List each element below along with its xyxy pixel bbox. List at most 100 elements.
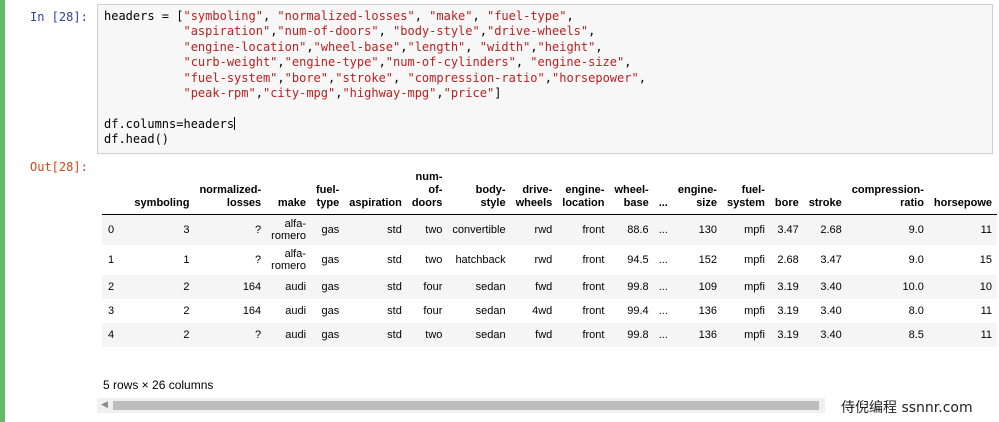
- code-line: "aspiration","num-of-doors", "body-style…: [183, 24, 596, 39]
- table-cell: ...: [653, 214, 673, 245]
- table-cell: ...: [653, 322, 673, 347]
- table-cell: std: [344, 274, 407, 299]
- column-header: normalized-losses: [194, 171, 267, 215]
- code-string: "price": [443, 86, 495, 101]
- table-cell: mpfi: [721, 274, 770, 299]
- table-cell: 11: [980, 304, 992, 317]
- code-string: "aspiration": [183, 24, 271, 39]
- table-cell: 2.68: [803, 214, 847, 245]
- table-row: 0 3? alfa-romero gas std two convertible rwd fro…: [102, 214, 997, 245]
- code-string: "body-style": [393, 24, 480, 39]
- table-cell: two: [425, 253, 443, 266]
- code-string: "wheel-base": [313, 39, 401, 54]
- table-cell: 3.19: [769, 322, 804, 347]
- table-cell: 3.40: [820, 304, 842, 317]
- table-cell: fwd: [510, 274, 558, 299]
- table-cell: 3.19: [769, 274, 804, 299]
- column-header: fuel-type: [311, 171, 345, 215]
- table-cell: two: [406, 322, 448, 347]
- code-string: "height": [537, 39, 596, 54]
- table-cell: audi: [285, 304, 307, 317]
- code-string: "symboling": [183, 9, 263, 23]
- code-string: "highway-mpg": [342, 86, 437, 101]
- table-cell: four: [406, 274, 448, 299]
- table-body: 0 3? alfa-romero gas std two convertible rwd fro…: [102, 214, 997, 347]
- table-cell: 9.0: [846, 214, 929, 245]
- row-index: 1: [108, 253, 115, 266]
- table-cell: 164: [242, 304, 262, 317]
- table-cell: 3.40: [803, 322, 847, 347]
- code-line: df.columns=headers: [104, 116, 236, 131]
- table-cell: gas: [321, 304, 340, 317]
- table-cell: sedan: [447, 274, 511, 299]
- column-header: body-style: [447, 171, 511, 215]
- table-cell: audi: [266, 274, 312, 299]
- table-cell: 1: [183, 253, 190, 266]
- table-cell: 99.4: [627, 304, 649, 317]
- code-string: "compression-ratio": [407, 70, 545, 85]
- table-cell: ...: [653, 274, 673, 299]
- table-cell: gas: [311, 214, 345, 245]
- column-header: aspiration: [344, 171, 407, 215]
- code-string: "fuel-type": [486, 9, 567, 23]
- table-cell: 15: [979, 253, 992, 266]
- table-cell: ...: [658, 253, 668, 266]
- table-cell: 152: [698, 253, 717, 266]
- output-prompt: Out[28]:: [30, 160, 88, 174]
- table-cell: mpfi: [744, 253, 765, 266]
- table-cell: 10: [928, 274, 997, 299]
- table-cell: 136: [698, 304, 717, 317]
- code-line: "curb-weight","engine-type","num-of-cyli…: [183, 55, 632, 70]
- code-string: "normalized-losses": [277, 9, 415, 23]
- table-cell: std: [344, 214, 407, 245]
- column-header: engine-location: [557, 171, 610, 215]
- table-cell: hatchback: [455, 253, 506, 266]
- table-row: 2 2 164 audi gas std four sedan fwd front 99.8... 1…: [102, 274, 997, 299]
- table-header-row: symboling normalized-losses make fuel-type a…: [102, 171, 997, 215]
- table-cell: ?: [255, 253, 262, 266]
- table-cell: front: [582, 253, 605, 266]
- column-header: bore: [769, 171, 804, 215]
- row-index: 2: [102, 274, 130, 299]
- horizontal-scrollbar[interactable]: ◀: [97, 398, 825, 413]
- table-cell: 3.19: [777, 304, 799, 317]
- table-cell: 99.8: [609, 322, 654, 347]
- table-cell: mpfi: [721, 214, 770, 245]
- table-row: 4 2? audi gas std two sedan fwd front 99.8... 136 m…: [102, 322, 997, 347]
- table-cell: alfa-romero: [266, 214, 312, 245]
- table-cell: 3.47: [769, 214, 804, 245]
- code-text[interactable]: headers = ["symboling", "normalized-loss…: [104, 9, 646, 148]
- code-string: "city-mpg": [262, 86, 336, 101]
- table-cell: 94.5: [627, 253, 649, 266]
- chevron-left-icon[interactable]: ◀: [97, 398, 112, 413]
- table-cell: ...: [658, 304, 668, 317]
- table-cell: 2.68: [777, 253, 799, 266]
- table-cell: 2: [183, 304, 190, 317]
- code-string: "peak-rpm": [183, 86, 256, 101]
- column-header: horsepowe: [928, 171, 997, 215]
- code-line: "engine-location","wheel-base","length",…: [183, 39, 603, 54]
- column-header: engine-size: [672, 171, 722, 215]
- table-cell: 136: [672, 322, 722, 347]
- table-cell: mpfi: [744, 304, 765, 317]
- table-cell: 9.0: [908, 253, 924, 266]
- scrollbar-thumb[interactable]: [113, 401, 819, 410]
- column-header: make: [266, 171, 312, 215]
- table-cell: two: [406, 214, 448, 245]
- code-string: "num-of-doors": [277, 24, 379, 39]
- dataframe-table: symboling normalized-losses make fuel-type a…: [102, 171, 997, 347]
- code-editor[interactable]: headers = ["symboling", "normalized-loss…: [97, 4, 993, 154]
- table-cell: 11: [928, 322, 997, 347]
- table-cell: 8.0: [908, 304, 924, 317]
- row-index: 0: [102, 214, 130, 245]
- code-line: df.head(): [104, 132, 170, 147]
- table-cell: 3: [129, 214, 195, 245]
- table-cell: gas: [321, 253, 340, 266]
- table-cell: 11: [928, 214, 997, 245]
- table-cell: front: [582, 304, 605, 317]
- code-string: "fuel-system": [183, 70, 278, 85]
- notebook-cell[interactable]: In [28]: headers = ["symboling", "normal…: [0, 0, 999, 422]
- column-header: wheel-base: [609, 171, 654, 215]
- table-cell: 10.0: [846, 274, 929, 299]
- table-cell: front: [557, 322, 610, 347]
